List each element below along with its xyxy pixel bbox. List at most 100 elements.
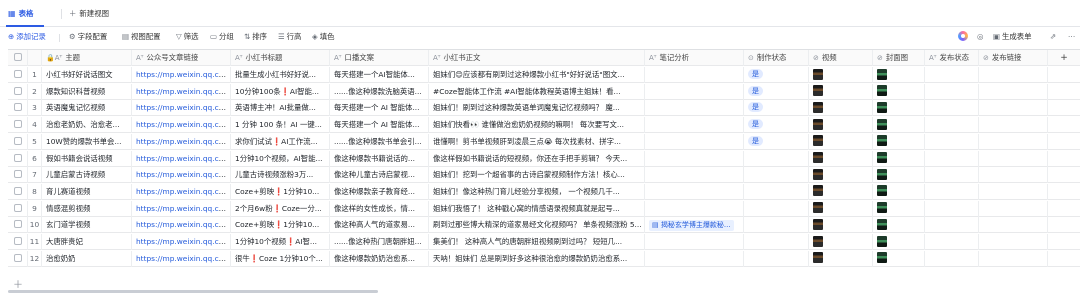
cell-publish-status[interactable] <box>925 150 979 167</box>
tab-table-view[interactable]: ▦ 表格 <box>8 7 33 21</box>
cell-note-analysis[interactable] <box>645 167 744 184</box>
cell-note-analysis[interactable] <box>645 250 744 267</box>
row-height-button[interactable]: ☰ 行高 <box>278 31 301 43</box>
cell-article-link[interactable]: https://mp.weixin.qq.co... <box>132 167 231 184</box>
cell-theme[interactable]: 10W赞的爆款书单会... <box>42 133 132 150</box>
cell-xhs-title[interactable]: 10分钟100条❗AI智能... <box>231 83 330 100</box>
video-thumbnail[interactable] <box>813 152 823 163</box>
article-link[interactable]: https://mp.weixin.qq.co... <box>136 170 230 179</box>
cell-article-link[interactable]: https://mp.weixin.qq.co... <box>132 133 231 150</box>
cell-voice-copy[interactable]: 像这种高人气的道家易... <box>330 217 429 234</box>
cell-voice-copy[interactable]: 像这种爆款亲子教育经... <box>330 183 429 200</box>
share-icon[interactable]: ⇗ <box>1050 31 1056 43</box>
group-button[interactable]: ▭ 分组 <box>210 31 234 43</box>
row-checkbox[interactable] <box>8 183 28 200</box>
cell-voice-copy[interactable]: 像这种爆款书籍说话的... <box>330 150 429 167</box>
column-header[interactable]: Aᵀ 口播文案 <box>330 50 429 66</box>
column-header[interactable]: Aᵀ 公众号文章链接 <box>132 50 231 66</box>
cell-xhs-title[interactable]: 英语博主冲！AI批量做... <box>231 100 330 117</box>
cell-publish-link[interactable] <box>979 150 1048 167</box>
article-link[interactable]: https://mp.weixin.qq.co... <box>136 103 230 112</box>
cell-video[interactable] <box>809 117 873 134</box>
cell-cover-image[interactable] <box>873 167 925 184</box>
cell-publish-link[interactable] <box>979 117 1048 134</box>
cell-theme[interactable]: 情感混剪视频 <box>42 200 132 217</box>
cell-note-analysis[interactable] <box>645 100 744 117</box>
cell-publish-status[interactable] <box>925 67 979 83</box>
add-record-button[interactable]: ⊕ 添加记录 <box>8 31 46 43</box>
article-link[interactable]: https://mp.weixin.qq.co... <box>136 70 230 79</box>
cover-thumbnail[interactable] <box>877 85 887 97</box>
row-checkbox[interactable] <box>8 133 28 150</box>
cell-cover-image[interactable] <box>873 234 925 250</box>
ai-assistant-icon[interactable] <box>958 31 968 41</box>
cell-article-link[interactable]: https://mp.weixin.qq.co... <box>132 183 231 200</box>
cell-xhs-title[interactable]: 儿童古诗视频涨粉3万... <box>231 167 330 184</box>
cell-publish-link[interactable] <box>979 200 1048 217</box>
cell-article-link[interactable]: https://mp.weixin.qq.co... <box>132 83 231 100</box>
video-thumbnail[interactable] <box>813 235 823 247</box>
cell-theme[interactable]: 英语魔鬼记忆视频 <box>42 100 132 117</box>
column-header[interactable]: Aᵀ 小红书标题 <box>231 50 330 66</box>
cell-xhs-title[interactable]: 批量生成小红书好好说... <box>231 67 330 83</box>
cell-production-status[interactable] <box>744 234 809 250</box>
cell-cover-image[interactable] <box>873 67 925 83</box>
video-thumbnail[interactable] <box>813 218 823 230</box>
add-column-button[interactable]: + <box>1048 50 1080 66</box>
article-link[interactable]: https://mp.weixin.qq.co... <box>136 137 230 146</box>
cell-theme[interactable]: 假如书籍会说话视频 <box>42 150 132 167</box>
video-thumbnail[interactable] <box>813 185 823 197</box>
cell-publish-status[interactable] <box>925 100 979 117</box>
cell-xhs-body[interactable]: 天呐！姐妹们 总是刷到好多这种很治愈的爆款奶奶治愈系... <box>429 250 645 267</box>
video-thumbnail[interactable] <box>813 68 823 80</box>
cell-publish-link[interactable] <box>979 133 1048 150</box>
cell-xhs-title[interactable]: Coze+剪映❗1分钟10... <box>231 183 330 200</box>
cell-xhs-body[interactable]: #Coze智能体工作流 #AI智能体教程英语博主姐妹！看... <box>429 83 645 100</box>
cell-note-analysis[interactable] <box>645 183 744 200</box>
cover-thumbnail[interactable] <box>877 218 887 230</box>
cover-thumbnail[interactable] <box>877 185 887 197</box>
column-header[interactable]: Aᵀ 笔记分析 <box>645 50 744 66</box>
cell-production-status[interactable]: 是 <box>744 133 809 150</box>
column-header[interactable]: ⊘ 发布链接 <box>979 50 1048 66</box>
cover-thumbnail[interactable] <box>877 118 887 130</box>
cell-video[interactable] <box>809 83 873 100</box>
cell-article-link[interactable]: https://mp.weixin.qq.co... <box>132 200 231 217</box>
cell-publish-status[interactable] <box>925 234 979 250</box>
cell-publish-status[interactable] <box>925 167 979 184</box>
cell-production-status[interactable]: 是 <box>744 67 809 83</box>
cell-article-link[interactable]: https://mp.weixin.qq.co... <box>132 150 231 167</box>
cell-theme[interactable]: 儿童启蒙古诗视频 <box>42 167 132 184</box>
cell-voice-copy[interactable]: 每天搭建一个AI智能体... <box>330 67 429 83</box>
cell-theme[interactable]: 玄门道学视频 <box>42 217 132 234</box>
cell-production-status[interactable]: 是 <box>744 100 809 117</box>
cell-xhs-title[interactable]: 2个月6w粉❗Coze一分... <box>231 200 330 217</box>
cell-publish-link[interactable] <box>979 217 1048 234</box>
cell-xhs-body[interactable]: 姐妹们😊应该都有刷到过这种爆款小红书"好好说话"图文... <box>429 67 645 83</box>
cell-cover-image[interactable] <box>873 150 925 167</box>
cell-voice-copy[interactable]: 每天搭建一个 AI 智能体... <box>330 100 429 117</box>
sort-button[interactable]: ⇅ 排序 <box>244 31 267 43</box>
column-header[interactable]: Aᵀ 小红书正文 <box>429 50 645 66</box>
cell-voice-copy[interactable]: 像这种儿童古诗启蒙视... <box>330 167 429 184</box>
row-checkbox[interactable] <box>8 100 28 117</box>
cell-cover-image[interactable] <box>873 183 925 200</box>
help-icon[interactable]: ◎ <box>977 31 983 43</box>
column-header[interactable]: ⊘ 封面图 <box>873 50 925 66</box>
cell-video[interactable] <box>809 67 873 83</box>
cell-voice-copy[interactable]: ......像这种爆款书单会引... <box>330 133 429 150</box>
cell-note-analysis[interactable] <box>645 150 744 167</box>
cell-production-status[interactable] <box>744 183 809 200</box>
cover-thumbnail[interactable] <box>877 68 887 80</box>
article-link[interactable]: https://mp.weixin.qq.co... <box>136 254 230 263</box>
row-checkbox[interactable] <box>8 67 28 83</box>
cell-cover-image[interactable] <box>873 250 925 267</box>
cell-theme[interactable]: 育儿赛道视频 <box>42 183 132 200</box>
cell-production-status[interactable]: 是 <box>744 83 809 100</box>
cell-publish-status[interactable] <box>925 133 979 150</box>
cell-production-status[interactable] <box>744 200 809 217</box>
cell-article-link[interactable]: https://mp.weixin.qq.co... <box>132 217 231 234</box>
row-checkbox[interactable] <box>8 150 28 167</box>
cell-publish-status[interactable] <box>925 117 979 134</box>
cell-production-status[interactable] <box>744 250 809 267</box>
